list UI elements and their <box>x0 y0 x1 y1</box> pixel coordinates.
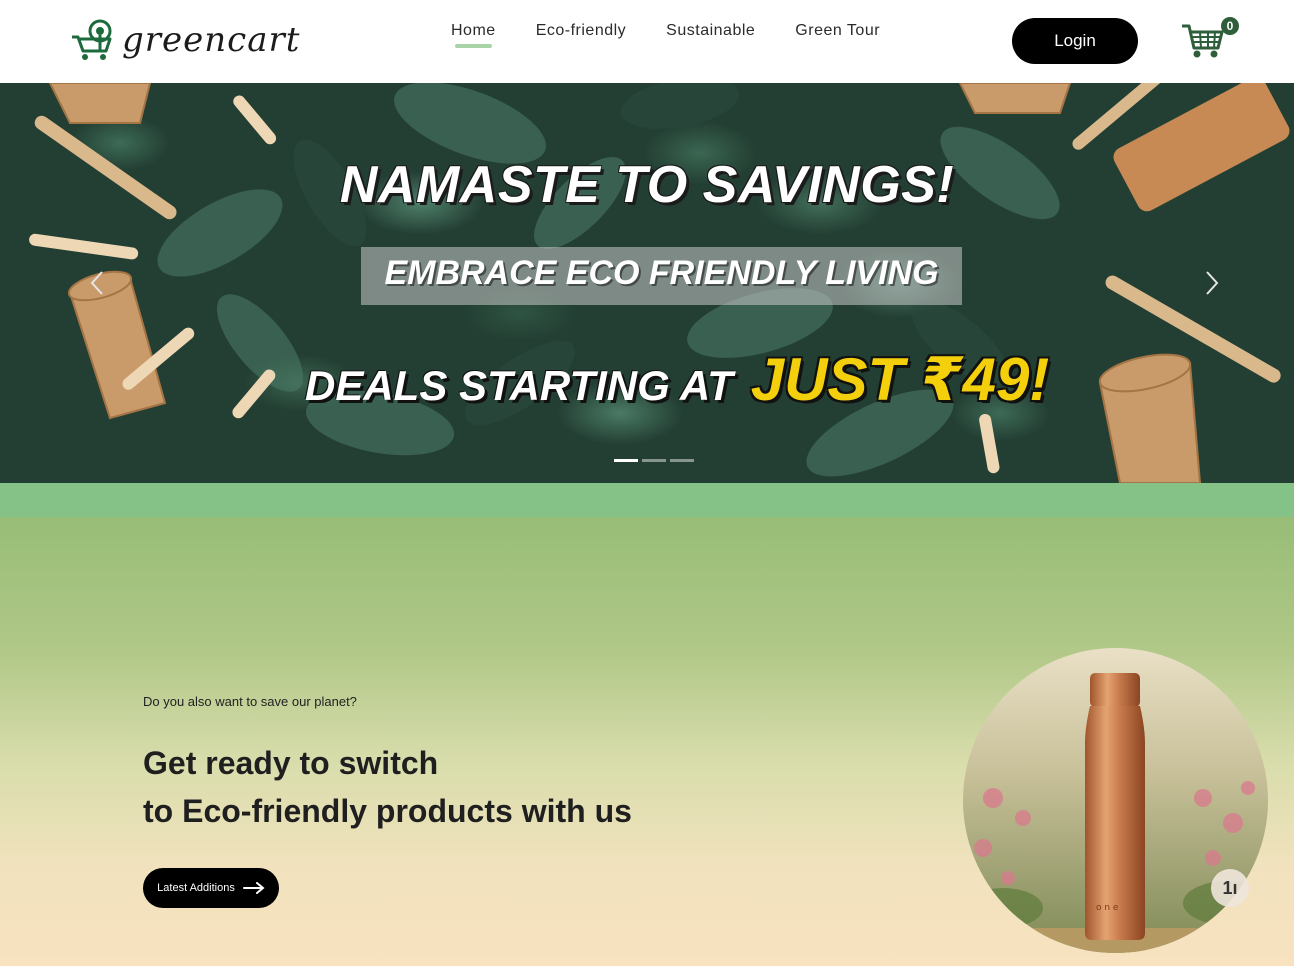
carousel-indicators <box>614 459 698 462</box>
copper-bottle-image: o n e <box>963 648 1268 953</box>
login-button[interactable]: Login <box>1012 18 1138 64</box>
hero-subtitle: EMBRACE ECO FRIENDLY LIVING <box>384 254 939 292</box>
hero-deals-price: JUST ₹49! <box>750 346 1050 413</box>
hero-carousel: NAMASTE TO SAVINGS! EMBRACE ECO FRIENDLY… <box>0 83 1294 483</box>
latest-additions-button[interactable]: Latest Additions <box>143 868 279 908</box>
hero-deals: DEALS STARTING AT JUST ₹49! <box>305 345 1049 415</box>
cart-count-badge: 0 <box>1221 17 1239 35</box>
svg-text:o n e: o n e <box>1096 903 1119 913</box>
promo-section: Do you also want to save our planet? Get… <box>0 517 1294 966</box>
section-divider-strip <box>0 483 1294 517</box>
nav-green-tour[interactable]: Green Tour <box>795 22 880 48</box>
brand-name: greencart <box>122 20 301 60</box>
copper-bottle-photo: o n e <box>963 648 1268 953</box>
cart-button[interactable]: 0 <box>1180 17 1239 62</box>
cart-tree-logo-icon <box>72 19 112 60</box>
shopping-cart-icon <box>1182 24 1224 58</box>
nav-home[interactable]: Home <box>451 22 496 48</box>
carousel-prev-button[interactable] <box>86 268 110 298</box>
chevron-left-icon <box>90 271 103 295</box>
arrow-right-icon <box>242 882 265 894</box>
nav-sustainable[interactable]: Sustainable <box>666 22 755 48</box>
main-nav: Home Eco-friendly Sustainable Green Tour <box>451 22 920 48</box>
carousel-indicator-1[interactable] <box>614 459 638 462</box>
photo-badge-button[interactable]: 1ı <box>1211 869 1249 907</box>
nav-eco-friendly[interactable]: Eco-friendly <box>536 22 626 48</box>
promo-question: Do you also want to save our planet? <box>143 694 357 709</box>
carousel-indicator-3[interactable] <box>670 459 694 462</box>
promo-headline-line2: to Eco-friendly products with us <box>143 793 632 829</box>
latest-additions-label: Latest Additions <box>157 882 235 894</box>
promo-headline: Get ready to switch to Eco-friendly prod… <box>143 739 632 835</box>
brand-logo[interactable]: greencart <box>70 16 310 64</box>
carousel-next-button[interactable] <box>1199 268 1223 298</box>
carousel-indicator-2[interactable] <box>642 459 666 462</box>
promo-headline-line1: Get ready to switch <box>143 745 439 781</box>
hero-deals-text: DEALS STARTING AT <box>305 362 733 409</box>
hero-subtitle-band: EMBRACE ECO FRIENDLY LIVING <box>361 247 962 305</box>
hero-title: NAMASTE TO SAVINGS! <box>339 156 955 214</box>
navbar: greencart Home Eco-friendly Sustainable … <box>0 0 1294 83</box>
chevron-right-icon <box>1206 271 1219 295</box>
